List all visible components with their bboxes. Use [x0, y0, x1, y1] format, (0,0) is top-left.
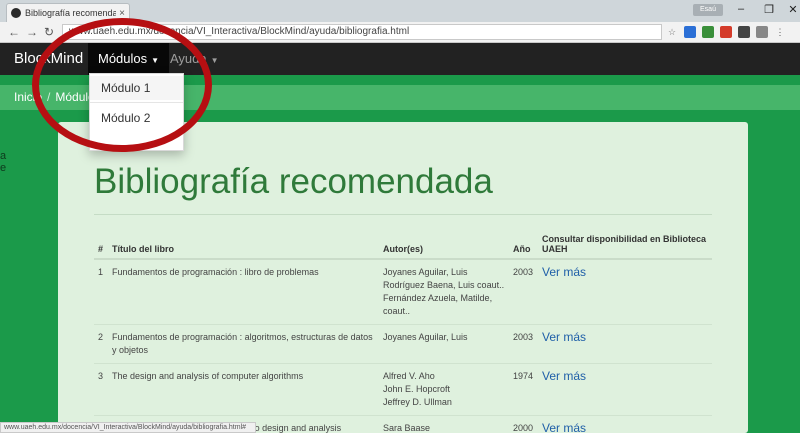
- row-num: 2: [94, 324, 108, 364]
- author-name: Joyanes Aguilar, Luis: [383, 332, 468, 342]
- row-title: Fundamentos de programación : algoritmos…: [108, 324, 379, 364]
- header-title: Título del libro: [108, 230, 379, 260]
- background-fragment: a e: [0, 150, 6, 174]
- breadcrumb-home[interactable]: Inicio: [14, 90, 42, 104]
- row-year: 1974: [509, 363, 538, 416]
- row-title: Fundamentos de programación : libro de p…: [108, 258, 379, 325]
- content-panel: Bibliografía recomendada # Título del li…: [58, 122, 748, 433]
- ver-mas-link[interactable]: Ver más: [542, 369, 586, 383]
- author-name: Joyanes Aguilar, Luis: [383, 267, 468, 277]
- extension-icon[interactable]: [702, 26, 714, 38]
- row-availability: Ver más: [538, 258, 712, 325]
- bibliography-table: # Título del libro Autor(es) Año Consult…: [94, 230, 712, 433]
- ver-mas-link[interactable]: Ver más: [542, 330, 586, 344]
- row-year: 2003: [509, 324, 538, 364]
- minimize-icon[interactable]: –: [730, 3, 752, 15]
- caret-down-icon: ▼: [210, 56, 219, 65]
- extension-icon[interactable]: [684, 26, 696, 38]
- browser-tab[interactable]: Bibliografía recomendada ×: [6, 3, 130, 22]
- nav-modulos[interactable]: Módulos ▼: [88, 43, 170, 75]
- extension-icon[interactable]: [720, 26, 732, 38]
- star-icon[interactable]: ☆: [666, 26, 678, 38]
- row-authors: Joyanes Aguilar, Luis: [379, 324, 509, 364]
- table-row: 1 Fundamentos de programación : libro de …: [94, 258, 712, 325]
- row-availability: Ver más: [538, 415, 712, 433]
- header-authors: Autor(es): [379, 230, 509, 260]
- fragment-glyph: e: [0, 162, 7, 174]
- table-row: 2 Fundamentos de programación : algoritmo…: [94, 324, 712, 364]
- dropdown-item-modulo-2[interactable]: Módulo 2: [90, 106, 183, 130]
- ver-mas-link[interactable]: Ver más: [542, 265, 586, 279]
- row-availability: Ver más: [538, 363, 712, 416]
- close-window-icon[interactable]: ✕: [782, 3, 800, 16]
- dropdown-item-modulo-1[interactable]: Módulo 1: [90, 76, 183, 100]
- site-navbar: BlockMind Módulos ▼ Ayuda ▼: [0, 43, 800, 75]
- row-authors: Sara Baase: [379, 415, 509, 433]
- reload-icon[interactable]: ↻: [44, 25, 54, 39]
- favicon-icon: [11, 8, 21, 18]
- modulos-dropdown: Módulo 1 Módulo 2: [89, 73, 184, 151]
- nav-modulos-label: Módulos: [98, 51, 148, 66]
- row-year: 2000: [509, 415, 538, 433]
- close-tab-icon[interactable]: ×: [119, 8, 125, 19]
- title-divider: [94, 214, 712, 215]
- row-authors: Alfred V. Aho John E. Hopcroft Jeffrey D. …: [379, 363, 509, 416]
- nav-ayuda-label: Ayuda: [170, 51, 207, 66]
- row-year: 2003: [509, 258, 538, 325]
- table-row: 3 The design and analysis of computer alg…: [94, 363, 712, 416]
- ver-mas-link[interactable]: Ver más: [542, 421, 586, 433]
- author-name: John E. Hopcroft: [383, 384, 451, 394]
- forward-icon[interactable]: →: [26, 25, 38, 39]
- extension-icon[interactable]: [756, 26, 768, 38]
- nav-ayuda[interactable]: Ayuda ▼: [160, 43, 229, 75]
- status-bar-url: www.uaeh.edu.mx/docencia/VI_Interactiva/…: [0, 422, 256, 433]
- row-availability: Ver más: [538, 324, 712, 364]
- header-availability: Consultar disponibilidad en Biblioteca U…: [538, 230, 712, 260]
- restore-icon[interactable]: ❐: [758, 3, 780, 16]
- extension-icon[interactable]: [738, 26, 750, 38]
- header-num: #: [94, 230, 108, 260]
- table-header-row: # Título del libro Autor(es) Año Consult…: [94, 230, 712, 260]
- row-authors: Joyanes Aguilar, Luis Rodríguez Baena, Lu…: [379, 258, 509, 325]
- back-icon[interactable]: ←: [8, 25, 20, 39]
- author-name: Rodríguez Baena, Luis coaut..: [383, 280, 505, 290]
- author-name: Jeffrey D. Ullman: [383, 397, 452, 407]
- author-name: Sara Baase: [383, 423, 431, 433]
- fragment-glyph: a: [0, 150, 7, 162]
- address-bar-row: ← → ↻ www.uaeh.edu.mx/docencia/VI_Intera…: [0, 22, 800, 43]
- dropdown-divider: [90, 102, 183, 103]
- author-name: coaut..: [383, 306, 411, 316]
- profile-chip[interactable]: Esaú: [693, 4, 723, 16]
- breadcrumb-separator: /: [47, 90, 51, 104]
- row-title: The design and analysis of computer algo…: [108, 363, 379, 416]
- caret-down-icon: ▼: [151, 56, 160, 65]
- url-input[interactable]: www.uaeh.edu.mx/docencia/VI_Interactiva/…: [62, 24, 662, 40]
- browser-tabstrip: Bibliografía recomendada × Esaú – ❐ ✕: [0, 0, 800, 22]
- row-num: 1: [94, 258, 108, 325]
- row-num: 3: [94, 363, 108, 416]
- tab-title: Bibliografía recomendada: [25, 8, 117, 18]
- author-name: Fernández Azuela, Matilde,: [383, 293, 493, 303]
- menu-icon[interactable]: ⋮: [774, 26, 786, 38]
- brand-logo[interactable]: BlockMind: [14, 50, 83, 67]
- author-name: Alfred V. Aho: [383, 371, 435, 381]
- page-title: Bibliografía recomendada: [94, 162, 493, 201]
- header-year: Año: [509, 230, 538, 260]
